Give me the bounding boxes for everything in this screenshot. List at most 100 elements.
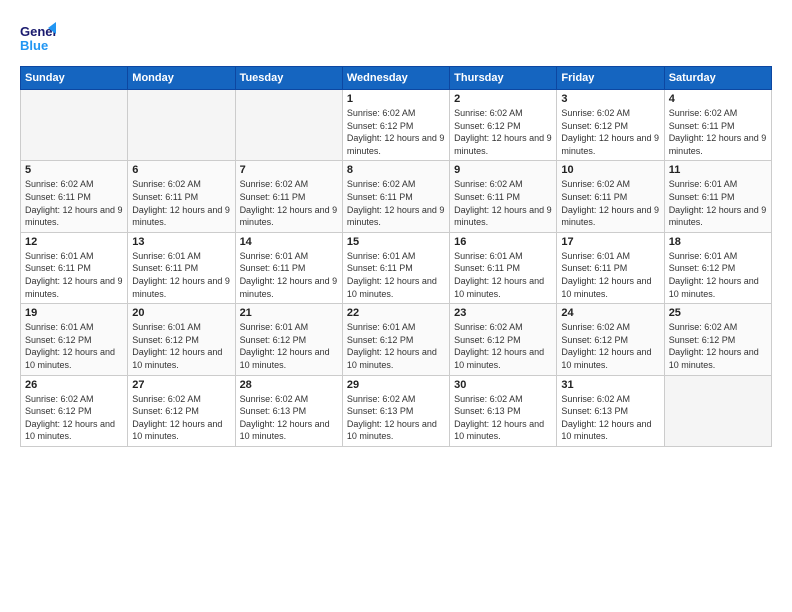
day-number: 28 — [240, 379, 338, 391]
day-number: 31 — [561, 379, 659, 391]
day-number: 3 — [561, 93, 659, 105]
calendar-cell: 9Sunrise: 6:02 AMSunset: 6:11 PMDaylight… — [450, 161, 557, 232]
day-detail: Sunrise: 6:02 AMSunset: 6:11 PMDaylight:… — [347, 178, 445, 228]
day-number: 17 — [561, 236, 659, 248]
day-detail: Sunrise: 6:01 AMSunset: 6:11 PMDaylight:… — [347, 250, 445, 300]
day-detail: Sunrise: 6:02 AMSunset: 6:11 PMDaylight:… — [25, 178, 123, 228]
day-detail: Sunrise: 6:01 AMSunset: 6:11 PMDaylight:… — [132, 250, 230, 300]
calendar-cell: 13 Sunrise: 6:01 AMSunset: 6:11 PMDayligh… — [128, 232, 235, 303]
calendar-cell: 17 Sunrise: 6:01 AMSunset: 6:11 PMDayligh… — [557, 232, 664, 303]
calendar-cell: 19 Sunrise: 6:01 AMSunset: 6:12 PMDayligh… — [21, 304, 128, 375]
day-detail: Sunrise: 6:02 AMSunset: 6:12 PMDaylight:… — [561, 321, 659, 371]
day-detail: Sunrise: 6:02 AMSunset: 6:12 PMDaylight:… — [454, 321, 552, 371]
day-number: 14 — [240, 236, 338, 248]
day-number: 15 — [347, 236, 445, 248]
day-number: 29 — [347, 379, 445, 391]
logo-icon: General Blue — [20, 20, 56, 56]
calendar-cell: 1 Sunrise: 6:02 AMSunset: 6:12 PMDaylight… — [342, 90, 449, 161]
day-number: 24 — [561, 307, 659, 319]
logo: General Blue — [20, 20, 56, 56]
day-detail: Sunrise: 6:02 AMSunset: 6:13 PMDaylight:… — [454, 393, 552, 443]
calendar-cell: 16Sunrise: 6:01 AMSunset: 6:11 PMDayligh… — [450, 232, 557, 303]
day-detail: Sunrise: 6:01 AMSunset: 6:11 PMDaylight:… — [669, 178, 767, 228]
day-detail: Sunrise: 6:02 AMSunset: 6:12 PMDaylight:… — [561, 107, 659, 157]
day-number: 8 — [347, 164, 445, 176]
calendar-cell: 21 Sunrise: 6:01 AMSunset: 6:12 PMDayligh… — [235, 304, 342, 375]
day-number: 13 — [132, 236, 230, 248]
week-row-1: 1 Sunrise: 6:02 AMSunset: 6:12 PMDaylight… — [21, 90, 772, 161]
calendar-cell: 24 Sunrise: 6:02 AMSunset: 6:12 PMDayligh… — [557, 304, 664, 375]
calendar-cell: 29 Sunrise: 6:02 AMSunset: 6:13 PMDayligh… — [342, 375, 449, 446]
calendar-cell: 11 Sunrise: 6:01 AMSunset: 6:11 PMDayligh… — [664, 161, 771, 232]
day-number: 2 — [454, 93, 552, 105]
calendar-cell: 26 Sunrise: 6:02 AMSunset: 6:12 PMDayligh… — [21, 375, 128, 446]
calendar-cell: 25 Sunrise: 6:02 AMSunset: 6:12 PMDayligh… — [664, 304, 771, 375]
calendar-cell: 2 Sunrise: 6:02 AMSunset: 6:12 PMDaylight… — [450, 90, 557, 161]
week-row-5: 26 Sunrise: 6:02 AMSunset: 6:12 PMDayligh… — [21, 375, 772, 446]
day-detail: Sunrise: 6:02 AMSunset: 6:11 PMDaylight:… — [669, 107, 767, 157]
day-number: 4 — [669, 93, 767, 105]
weekday-header-row: SundayMondayTuesdayWednesdayThursdayFrid… — [21, 67, 772, 90]
day-detail: Sunrise: 6:01 AMSunset: 6:11 PMDaylight:… — [240, 250, 338, 300]
day-detail: Sunrise: 6:01 AMSunset: 6:11 PMDaylight:… — [454, 250, 552, 300]
calendar-cell: 10 Sunrise: 6:02 AMSunset: 6:11 PMDayligh… — [557, 161, 664, 232]
calendar-cell: 14 Sunrise: 6:01 AMSunset: 6:11 PMDayligh… — [235, 232, 342, 303]
calendar-cell: 28 Sunrise: 6:02 AMSunset: 6:13 PMDayligh… — [235, 375, 342, 446]
svg-text:Blue: Blue — [20, 38, 48, 53]
day-detail: Sunrise: 6:02 AMSunset: 6:12 PMDaylight:… — [347, 107, 445, 157]
day-number: 12 — [25, 236, 123, 248]
day-detail: Sunrise: 6:01 AMSunset: 6:12 PMDaylight:… — [347, 321, 445, 371]
calendar-cell — [664, 375, 771, 446]
day-detail: Sunrise: 6:02 AMSunset: 6:13 PMDaylight:… — [347, 393, 445, 443]
weekday-header-sunday: Sunday — [21, 67, 128, 90]
weekday-header-monday: Monday — [128, 67, 235, 90]
day-detail: Sunrise: 6:01 AMSunset: 6:11 PMDaylight:… — [561, 250, 659, 300]
weekday-header-friday: Friday — [557, 67, 664, 90]
day-detail: Sunrise: 6:02 AMSunset: 6:13 PMDaylight:… — [561, 393, 659, 443]
calendar-cell — [21, 90, 128, 161]
calendar-cell: 30 Sunrise: 6:02 AMSunset: 6:13 PMDayligh… — [450, 375, 557, 446]
day-detail: Sunrise: 6:02 AMSunset: 6:13 PMDaylight:… — [240, 393, 338, 443]
day-number: 25 — [669, 307, 767, 319]
day-number: 6 — [132, 164, 230, 176]
calendar-cell: 6 Sunrise: 6:02 AMSunset: 6:11 PMDaylight… — [128, 161, 235, 232]
weekday-header-saturday: Saturday — [664, 67, 771, 90]
day-detail: Sunrise: 6:02 AMSunset: 6:11 PMDaylight:… — [561, 178, 659, 228]
day-number: 30 — [454, 379, 552, 391]
day-number: 26 — [25, 379, 123, 391]
weekday-header-thursday: Thursday — [450, 67, 557, 90]
day-detail: Sunrise: 6:02 AMSunset: 6:12 PMDaylight:… — [669, 321, 767, 371]
calendar-cell: 15 Sunrise: 6:01 AMSunset: 6:11 PMDayligh… — [342, 232, 449, 303]
calendar-cell: 27Sunrise: 6:02 AMSunset: 6:12 PMDayligh… — [128, 375, 235, 446]
day-number: 1 — [347, 93, 445, 105]
day-detail: Sunrise: 6:01 AMSunset: 6:12 PMDaylight:… — [669, 250, 767, 300]
day-detail: Sunrise: 6:02 AMSunset: 6:12 PMDaylight:… — [25, 393, 123, 443]
header: General Blue — [20, 20, 772, 56]
day-detail: Sunrise: 6:02 AMSunset: 6:12 PMDaylight:… — [454, 107, 552, 157]
calendar-cell: 7Sunrise: 6:02 AMSunset: 6:11 PMDaylight… — [235, 161, 342, 232]
day-detail: Sunrise: 6:02 AMSunset: 6:11 PMDaylight:… — [132, 178, 230, 228]
day-number: 10 — [561, 164, 659, 176]
calendar-cell: 5 Sunrise: 6:02 AMSunset: 6:11 PMDaylight… — [21, 161, 128, 232]
day-detail: Sunrise: 6:01 AMSunset: 6:12 PMDaylight:… — [25, 321, 123, 371]
day-number: 5 — [25, 164, 123, 176]
calendar-cell: 12 Sunrise: 6:01 AMSunset: 6:11 PMDayligh… — [21, 232, 128, 303]
day-number: 11 — [669, 164, 767, 176]
calendar-cell: 3 Sunrise: 6:02 AMSunset: 6:12 PMDaylight… — [557, 90, 664, 161]
day-detail: Sunrise: 6:01 AMSunset: 6:12 PMDaylight:… — [240, 321, 338, 371]
calendar-cell — [128, 90, 235, 161]
week-row-2: 5 Sunrise: 6:02 AMSunset: 6:11 PMDaylight… — [21, 161, 772, 232]
weekday-header-wednesday: Wednesday — [342, 67, 449, 90]
calendar-cell: 8 Sunrise: 6:02 AMSunset: 6:11 PMDaylight… — [342, 161, 449, 232]
day-number: 7 — [240, 164, 338, 176]
day-number: 21 — [240, 307, 338, 319]
calendar-cell: 31 Sunrise: 6:02 AMSunset: 6:13 PMDayligh… — [557, 375, 664, 446]
day-detail: Sunrise: 6:01 AMSunset: 6:11 PMDaylight:… — [25, 250, 123, 300]
calendar-cell: 22Sunrise: 6:01 AMSunset: 6:12 PMDayligh… — [342, 304, 449, 375]
day-detail: Sunrise: 6:01 AMSunset: 6:12 PMDaylight:… — [132, 321, 230, 371]
day-number: 19 — [25, 307, 123, 319]
calendar-cell: 23 Sunrise: 6:02 AMSunset: 6:12 PMDayligh… — [450, 304, 557, 375]
day-number: 9 — [454, 164, 552, 176]
day-number: 23 — [454, 307, 552, 319]
calendar-table: SundayMondayTuesdayWednesdayThursdayFrid… — [20, 66, 772, 447]
